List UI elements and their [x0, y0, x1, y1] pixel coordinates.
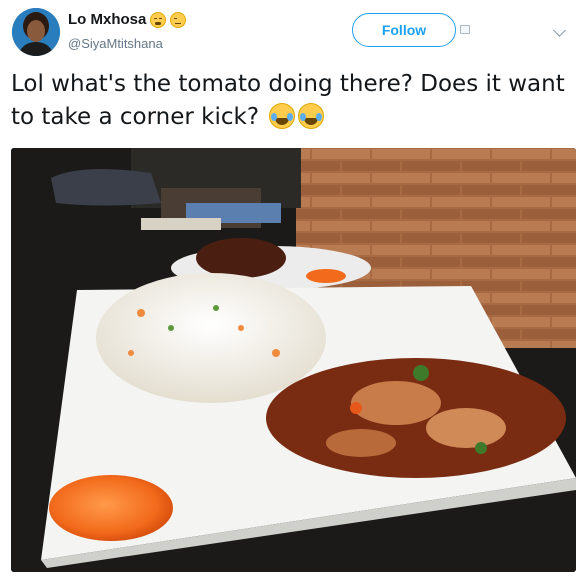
placeholder-icon — [460, 25, 470, 34]
face-with-tears-of-joy-emoji — [298, 103, 325, 129]
unamused-face-emoji — [170, 11, 187, 28]
display-name-row: Lo Mxhosa — [68, 11, 187, 28]
tweet-text-block: Lol what's the tomato doing there? Does … — [11, 68, 571, 134]
face-with-tears-of-joy-emoji — [269, 103, 296, 129]
avatar[interactable] — [12, 8, 60, 56]
display-name[interactable]: Lo Mxhosa — [68, 11, 146, 28]
follow-button[interactable]: Follow — [352, 13, 456, 47]
user-handle[interactable]: @SiyaMtitshana — [68, 36, 163, 51]
tweet-card: Lo Mxhosa @SiyaMtitshana Follow Lol what… — [0, 0, 586, 581]
weary-face-emoji — [150, 11, 167, 28]
food-photo-illustration — [11, 148, 576, 572]
tweet-photo[interactable] — [11, 148, 576, 572]
chevron-down-icon[interactable] — [553, 24, 566, 37]
